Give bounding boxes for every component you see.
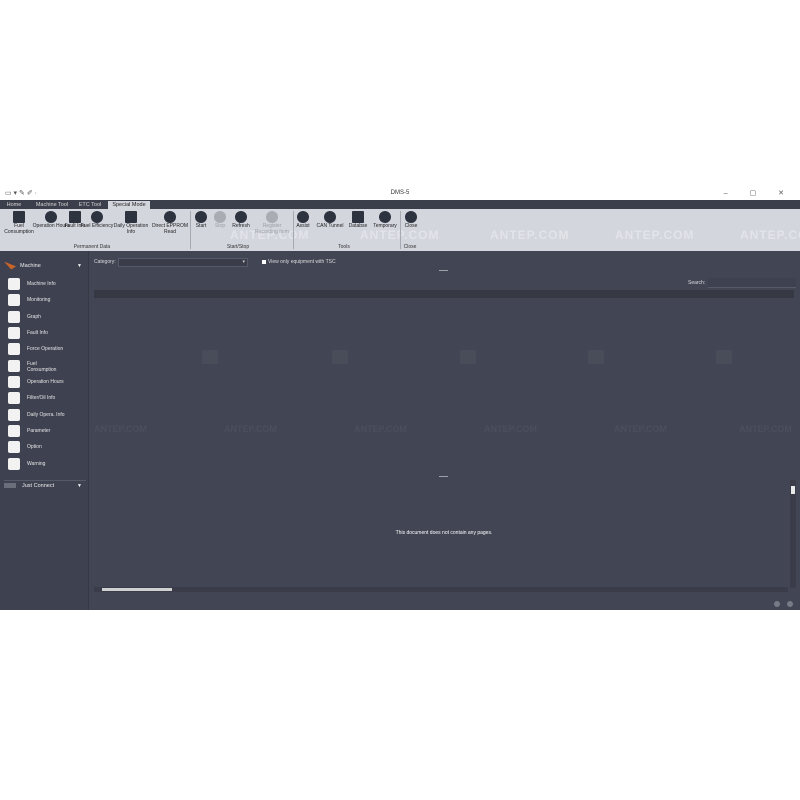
temporary-icon [379,211,391,223]
refresh-icon [235,211,247,223]
view-only-tsc-checkbox[interactable] [262,260,266,264]
sidebar-item-option[interactable]: Option [8,440,84,454]
chevron-down-icon: ▼ [77,263,82,269]
fuel-pump-icon [8,360,20,372]
clock-icon [8,376,20,388]
sidebar-item-monitoring[interactable]: Monitoring [8,293,84,307]
connect-icon [4,483,16,489]
faint-watermark-box [588,350,604,364]
faint-watermark: ANTEP.COM [739,424,792,434]
window-controls[interactable]: – ▢ ✕ [724,189,794,197]
faint-watermark: ANTEP.COM [224,424,277,434]
faint-watermark-box [332,350,348,364]
group-permanent-data: Permanent Data [73,244,111,250]
tab-home[interactable]: Home [4,201,24,209]
watermark-5: ANTEP.COM [740,228,800,242]
oil-drop-icon [8,392,20,404]
monitor-icon [8,294,20,306]
document-empty-message: This document does not contain any pages… [395,530,493,536]
group-tools: Tools [338,244,350,250]
faint-watermark: ANTEP.COM [94,424,147,434]
search-label: Search: [688,280,706,286]
sidebar-item-filter-oil-info[interactable]: Filter/Oil Info [8,391,84,405]
info-icon [8,278,20,290]
sidebar-item-force-operation[interactable]: Force Operation [8,342,84,356]
viewer-horizontal-scrollbar[interactable] [94,587,788,592]
faint-watermark: ANTEP.COM [614,424,667,434]
main-panel: Category: ▾ View only equipment with TSC… [90,251,800,610]
watermark-3: ANTEP.COM [490,228,570,242]
fuel-pump-icon [13,211,25,223]
title-bar: ▭ ▾ ✎ ✐ · DMS-5 – ▢ ✕ [0,187,800,200]
zoom-in-icon[interactable] [787,601,793,607]
sidebar-header-just-connect[interactable]: Just Connect ▼ [4,480,86,491]
faint-watermark-box [716,350,732,364]
power-icon [405,211,417,223]
category-label: Category: [94,259,116,265]
sidebar-item-operation-hours[interactable]: Operation Hours [8,375,84,389]
sidebar-item-fault-info[interactable]: Fault Info [8,326,84,340]
daily-operation-info-button[interactable]: Daily Operation Info [112,211,150,235]
user-icon [8,343,20,355]
ribbon-tabs: Home Machine Tool ETC Tool Special Mode [0,200,800,209]
chevron-down-icon: ▼ [77,483,82,489]
calendar-icon [125,211,137,223]
faint-watermark-box [202,350,218,364]
tab-machine-tool[interactable]: Machine Tool [32,201,72,209]
grid-header [94,290,794,298]
sidebar-item-fuel-consumption[interactable]: Fuel Consumption [8,359,84,373]
tab-special-mode[interactable]: Special Mode [108,201,150,209]
sidebar-item-warning[interactable]: Warning [8,457,84,471]
dms-window: ▭ ▾ ✎ ✐ · DMS-5 – ▢ ✕ Home Machine Tool … [0,187,800,610]
tunnel-icon [324,211,336,223]
faint-watermark-box [460,350,476,364]
tab-etc-tool[interactable]: ETC Tool [76,201,104,209]
watermark-4: ANTEP.COM [615,228,695,242]
sidebar-item-machine-info[interactable]: Machine Info [8,277,84,291]
assist-user-icon [297,211,309,223]
faint-watermark: ANTEP.COM [484,424,537,434]
chevron-down-icon: ▾ [242,259,245,265]
group-start-stop: Start/Stop [226,244,250,250]
zoom-out-icon[interactable] [774,601,780,607]
sidebar-item-graph[interactable]: Graph [8,310,84,324]
viewer-vertical-scrollbar[interactable] [790,480,796,588]
view-only-tsc-label: View only equipment with TSC [268,259,336,265]
faint-watermark: ANTEP.COM [354,424,407,434]
record-icon [266,211,278,223]
parameter-icon [8,425,20,437]
scroll-thumb[interactable] [791,486,795,494]
sidebar: Machine ▼ Machine Info Monitoring Graph F… [0,251,89,610]
tools-icon [8,441,20,453]
fuel-efficiency-button[interactable]: Fuel Efficiency [78,211,116,230]
splitter-grip[interactable] [439,476,448,477]
sidebar-header-machine[interactable]: Machine ▼ [4,261,86,272]
sidebar-item-parameter[interactable]: Parameter [8,424,84,438]
database-icon [352,211,364,223]
efficiency-icon [91,211,103,223]
document-viewer[interactable]: This document does not contain any pages… [94,480,794,593]
warning-icon [8,458,20,470]
search-input[interactable] [708,278,796,288]
calendar-icon [8,409,20,421]
window-title: DMS-5 [390,190,410,196]
category-select[interactable]: ▾ [118,258,248,267]
sidebar-item-daily-opera-info[interactable]: Daily Opera. Info [8,408,84,422]
fault-icon [8,327,20,339]
group-close: Close [403,244,417,250]
graph-icon [8,311,20,323]
scroll-thumb[interactable] [102,588,172,591]
close-button[interactable]: Close [392,211,430,230]
ribbon: ANTEP.COM ANTEP.COM ANTEP.COM ANTEP.COM … [0,209,800,251]
splitter-grip[interactable] [439,270,448,271]
excavator-icon [4,261,16,270]
user-read-icon [164,211,176,223]
equipment-grid[interactable]: ANTEP.COM ANTEP.COM ANTEP.COM ANTEP.COM … [94,298,794,468]
